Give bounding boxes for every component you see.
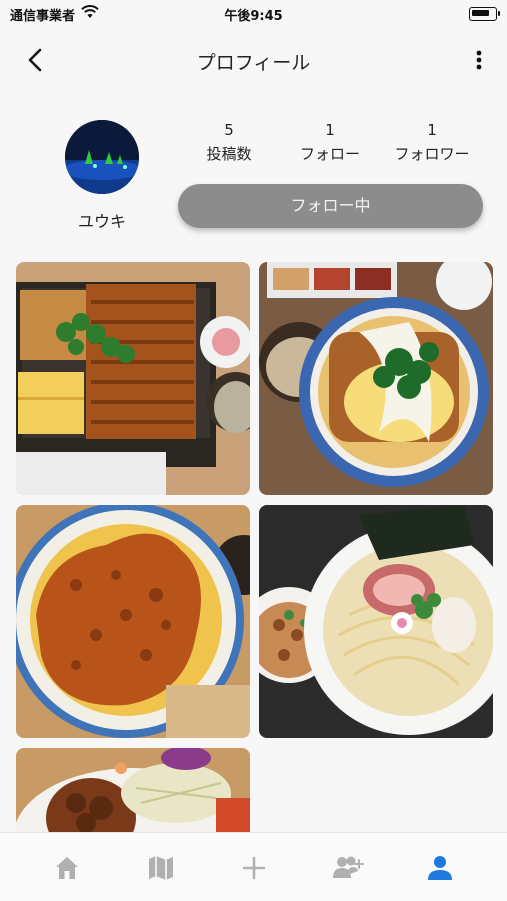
stat-following[interactable]: 1 フォロー [285,118,375,166]
wifi-icon [81,5,99,23]
nav-bar: プロフィール [0,40,507,80]
stat-following-label: フォロー [299,145,360,163]
tab-bar [0,832,507,901]
post-thumbnail[interactable] [16,262,250,495]
status-left: 通信事業者 [0,5,99,24]
stat-followers-label: フォロワー [394,145,470,163]
home-icon[interactable] [52,853,82,883]
stat-posts-value: 5 [224,121,234,139]
stat-posts[interactable]: 5 投稿数 [184,118,274,166]
stat-posts-label: 投稿数 [206,145,252,163]
stat-followers-value: 1 [427,121,437,139]
carrier-label: 通信事業者 [10,8,76,24]
map-icon[interactable] [146,853,176,883]
food-photo-katsudon [259,262,493,495]
food-photo-karaage [16,748,250,832]
username: ユウキ [77,212,126,231]
profile-icon[interactable] [425,853,455,883]
avatar[interactable] [65,120,139,194]
post-thumbnail[interactable] [259,505,493,738]
add-user-icon[interactable] [331,853,365,883]
post-thumbnail[interactable] [16,505,250,738]
food-photo-ramen [259,505,493,738]
post-thumbnail[interactable] [259,262,493,495]
more-vertical-icon[interactable] [469,46,489,74]
food-photo-sauce-katsudon [16,505,250,738]
following-button[interactable]: フォロー中 [178,184,483,228]
post-thumbnail[interactable] [16,748,250,832]
plus-icon[interactable] [239,853,269,883]
status-bar: 通信事業者 午後9:45 [0,0,507,28]
page-title: プロフィール [196,52,311,74]
stat-followers[interactable]: 1 フォロワー [387,118,477,166]
stat-following-value: 1 [325,121,335,139]
food-photo-unagi-bento [16,262,250,495]
battery-icon [469,7,500,21]
